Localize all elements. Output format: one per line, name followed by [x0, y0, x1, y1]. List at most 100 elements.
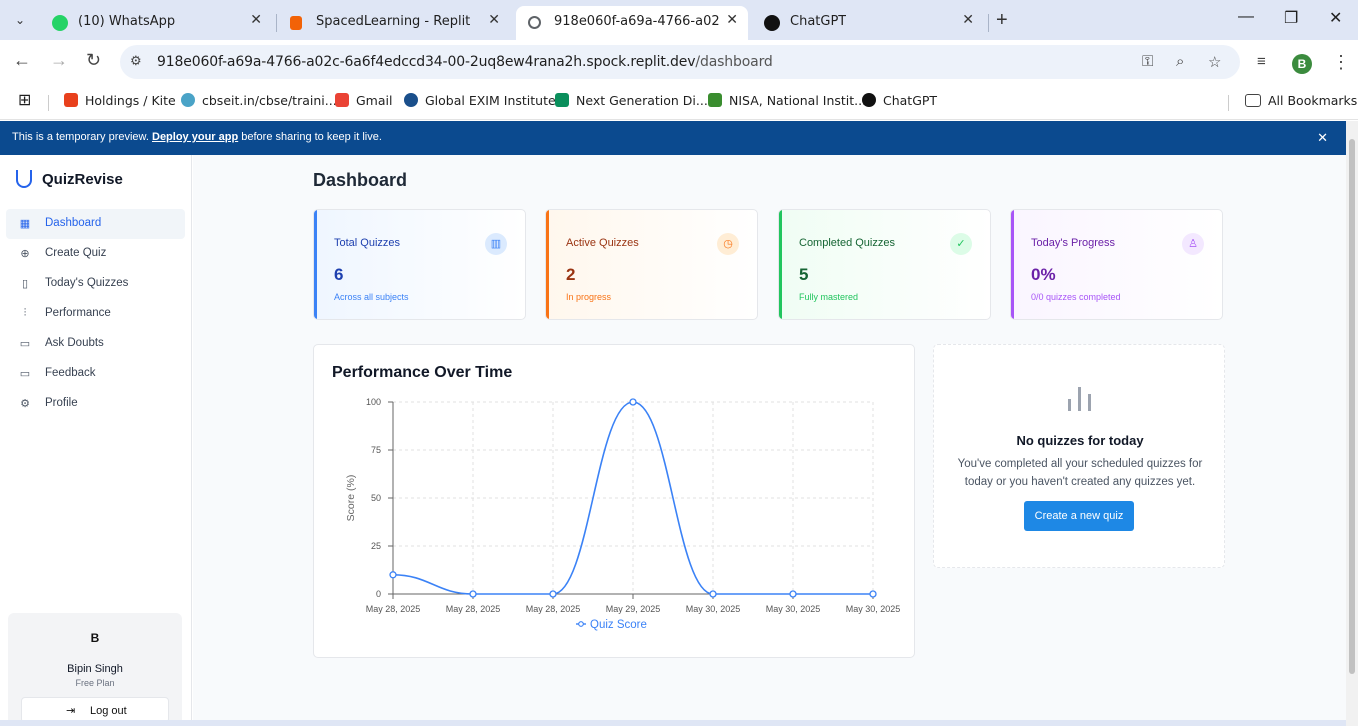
- brand-name: QuizRevise: [42, 171, 123, 188]
- sidebar-item-label: Create Quiz: [45, 247, 107, 259]
- url-text[interactable]: 918e060f-a69a-4766-a02c-6a6f4edccd34-00-…: [157, 54, 773, 70]
- sidebar-item-performance[interactable]: ⫶ Performance: [6, 299, 185, 329]
- tab-divider: [276, 14, 277, 32]
- x-tick-label: May 28, 2025: [526, 604, 581, 614]
- data-point: [629, 398, 637, 406]
- grid-icon: ▦: [19, 218, 31, 230]
- empty-description: You've completed all your scheduled quiz…: [957, 458, 1203, 488]
- tab-title: SpacedLearning - Replit: [316, 14, 471, 29]
- forward-icon[interactable]: →: [50, 50, 68, 71]
- reload-icon[interactable]: ↻: [86, 50, 101, 71]
- minimize-icon[interactable]: —: [1238, 8, 1254, 26]
- all-bookmarks-button[interactable]: All Bookmarks: [1245, 93, 1357, 108]
- y-axis-label: Score (%): [345, 475, 357, 522]
- bookmark-item[interactable]: ChatGPT: [862, 93, 937, 108]
- bookmark-item[interactable]: Global EXIM Institute: [404, 93, 556, 108]
- sidebar-item-label: Dashboard: [45, 217, 102, 229]
- preview-banner: This is a temporary preview. Deploy your…: [0, 121, 1346, 155]
- sidebar-item-label: Profile: [45, 397, 78, 409]
- close-banner-icon[interactable]: ✕: [1317, 130, 1328, 146]
- user-card: B Bipin Singh Free Plan ⇥ Log out: [8, 613, 182, 726]
- bookmark-star-icon[interactable]: ☆: [1208, 53, 1221, 71]
- feedback-icon: ▭: [19, 368, 31, 380]
- folder-icon: [1245, 94, 1261, 107]
- bookmark-item[interactable]: NISA, National Instit...: [708, 93, 866, 108]
- page-scrollbar[interactable]: [1346, 121, 1358, 726]
- sidebar-item-dashboard[interactable]: ▦ Dashboard: [6, 209, 185, 239]
- x-tick-label: May 28, 2025: [366, 604, 421, 614]
- sidebar-item-create-quiz[interactable]: ⊕ Create Quiz: [6, 239, 185, 269]
- stat-subtitle: Fully mastered: [799, 292, 859, 302]
- tab-chatgpt[interactable]: ChatGPT ✕: [752, 6, 984, 40]
- cbse-icon: [181, 93, 195, 107]
- kite-icon: [64, 93, 78, 107]
- tab-active-preview[interactable]: 918e060f-a69a-4766-a02c-6a6 ✕: [516, 6, 748, 40]
- book-open-icon: ▥: [485, 233, 507, 255]
- empty-quizzes-card: No quizzes for today You've completed al…: [933, 344, 1225, 568]
- exim-icon: [404, 93, 418, 107]
- stat-card-active-quizzes: Active Quizzes 2 In progress ◷: [545, 209, 758, 320]
- bookmark-divider: [1228, 95, 1229, 111]
- sidebar-item-feedback[interactable]: ▭ Feedback: [6, 359, 185, 389]
- performance-chart: 0 25 50 75 100 May 28, 2025 May 28, 2025 May 28…: [345, 397, 900, 631]
- stat-value: 5: [799, 265, 809, 284]
- close-tab-icon[interactable]: ✕: [726, 12, 738, 28]
- apps-grid-icon[interactable]: ⊞: [18, 90, 31, 109]
- create-quiz-button[interactable]: Create a new quiz: [1024, 501, 1134, 531]
- deploy-link[interactable]: Deploy your app: [152, 131, 238, 143]
- address-bar[interactable]: ⚙ 918e060f-a69a-4766-a02c-6a6f4edccd34-0…: [120, 45, 1240, 79]
- new-tab-button[interactable]: +: [996, 9, 1008, 32]
- plus-circle-icon: ⊕: [20, 248, 30, 260]
- replit-icon: [290, 16, 302, 30]
- stat-label: Today's Progress: [1031, 237, 1116, 249]
- restore-icon[interactable]: ❐: [1284, 8, 1298, 28]
- sidebar-nav: ▦ Dashboard ⊕ Create Quiz ▯ Today's Quizzes ⫶ P…: [6, 209, 185, 419]
- data-point: [549, 590, 557, 598]
- close-tab-icon[interactable]: ✕: [250, 12, 262, 28]
- sidebar-item-ask-doubts[interactable]: ▭ Ask Doubts: [6, 329, 185, 359]
- stat-value: 6: [334, 265, 344, 284]
- profile-avatar[interactable]: B: [1292, 54, 1312, 74]
- x-tick-label: May 28, 2025: [446, 604, 501, 614]
- sidebar-item-label: Today's Quizzes: [45, 277, 129, 289]
- y-tick-label: 100: [366, 397, 381, 407]
- y-tick-label: 25: [371, 541, 381, 551]
- scrollbar-thumb[interactable]: [1349, 139, 1355, 674]
- gmail-icon: [335, 93, 349, 107]
- bookmark-divider: [48, 95, 49, 111]
- performance-chart-card: Performance Over Time 0 25 50 75 100 May 28, …: [313, 344, 915, 658]
- close-window-icon[interactable]: ✕: [1329, 8, 1342, 28]
- tab-whatsapp[interactable]: (10) WhatsApp ✕: [40, 6, 272, 40]
- arrow-logo-icon: [555, 93, 569, 107]
- tab-replit[interactable]: SpacedLearning - Replit ✕: [278, 6, 510, 40]
- sidebar-item-today-s-quizzes[interactable]: ▯ Today's Quizzes: [6, 269, 185, 299]
- x-tick-label: May 30, 2025: [766, 604, 821, 614]
- bookmark-item[interactable]: Holdings / Kite: [64, 93, 176, 108]
- tab-search-button[interactable]: ⌄: [8, 8, 32, 32]
- user-name: Bipin Singh: [67, 663, 123, 675]
- check-icon: ✓: [950, 233, 972, 255]
- stat-value: 2: [566, 265, 576, 284]
- site-info-icon[interactable]: ⚙: [130, 53, 142, 69]
- sidebar-item-label: Feedback: [45, 367, 96, 379]
- tab-title: 918e060f-a69a-4766-a02c-6a6: [554, 14, 720, 29]
- bookmark-item[interactable]: Gmail: [335, 93, 392, 108]
- stat-value: 0%: [1031, 265, 1056, 284]
- bookmark-item[interactable]: cbseit.in/cbse/traini...: [181, 93, 337, 108]
- password-key-icon[interactable]: ⚿: [1142, 53, 1153, 70]
- sidebar-item-profile[interactable]: ⚙ Profile: [6, 389, 185, 419]
- stat-subtitle: Across all subjects: [334, 292, 409, 302]
- back-icon[interactable]: ←: [13, 50, 31, 71]
- x-tick-label: May 30, 2025: [686, 604, 741, 614]
- zoom-icon[interactable]: ⌕: [1176, 53, 1184, 70]
- close-tab-icon[interactable]: ✕: [962, 12, 974, 28]
- user-plan: Free Plan: [75, 678, 115, 688]
- bookmark-item[interactable]: Next Generation Di...: [555, 93, 708, 108]
- stat-accent-bar: [1011, 210, 1014, 319]
- data-point: [389, 571, 397, 579]
- media-controls-icon[interactable]: ≡: [1257, 53, 1266, 70]
- legend-label: Quiz Score: [590, 619, 647, 631]
- close-tab-icon[interactable]: ✕: [488, 12, 500, 28]
- browser-menu-icon[interactable]: ⋮: [1332, 52, 1350, 73]
- window-bottom-edge: [0, 720, 1346, 726]
